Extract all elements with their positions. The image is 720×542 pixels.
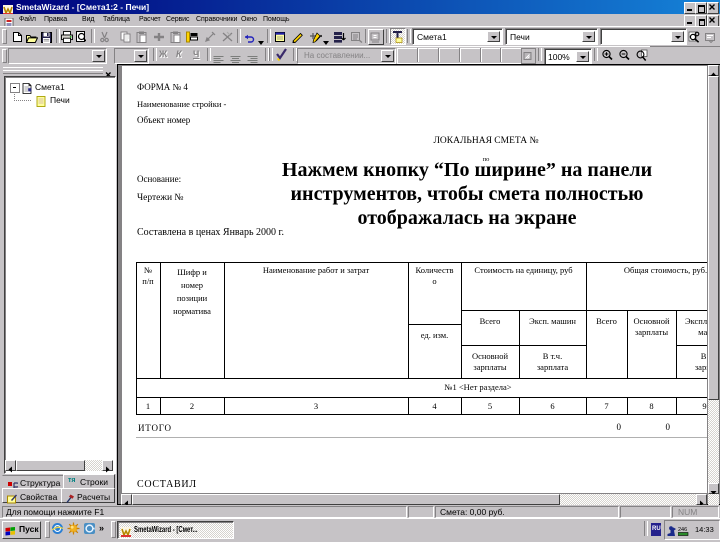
svg-text:246: 246 [678,527,687,533]
